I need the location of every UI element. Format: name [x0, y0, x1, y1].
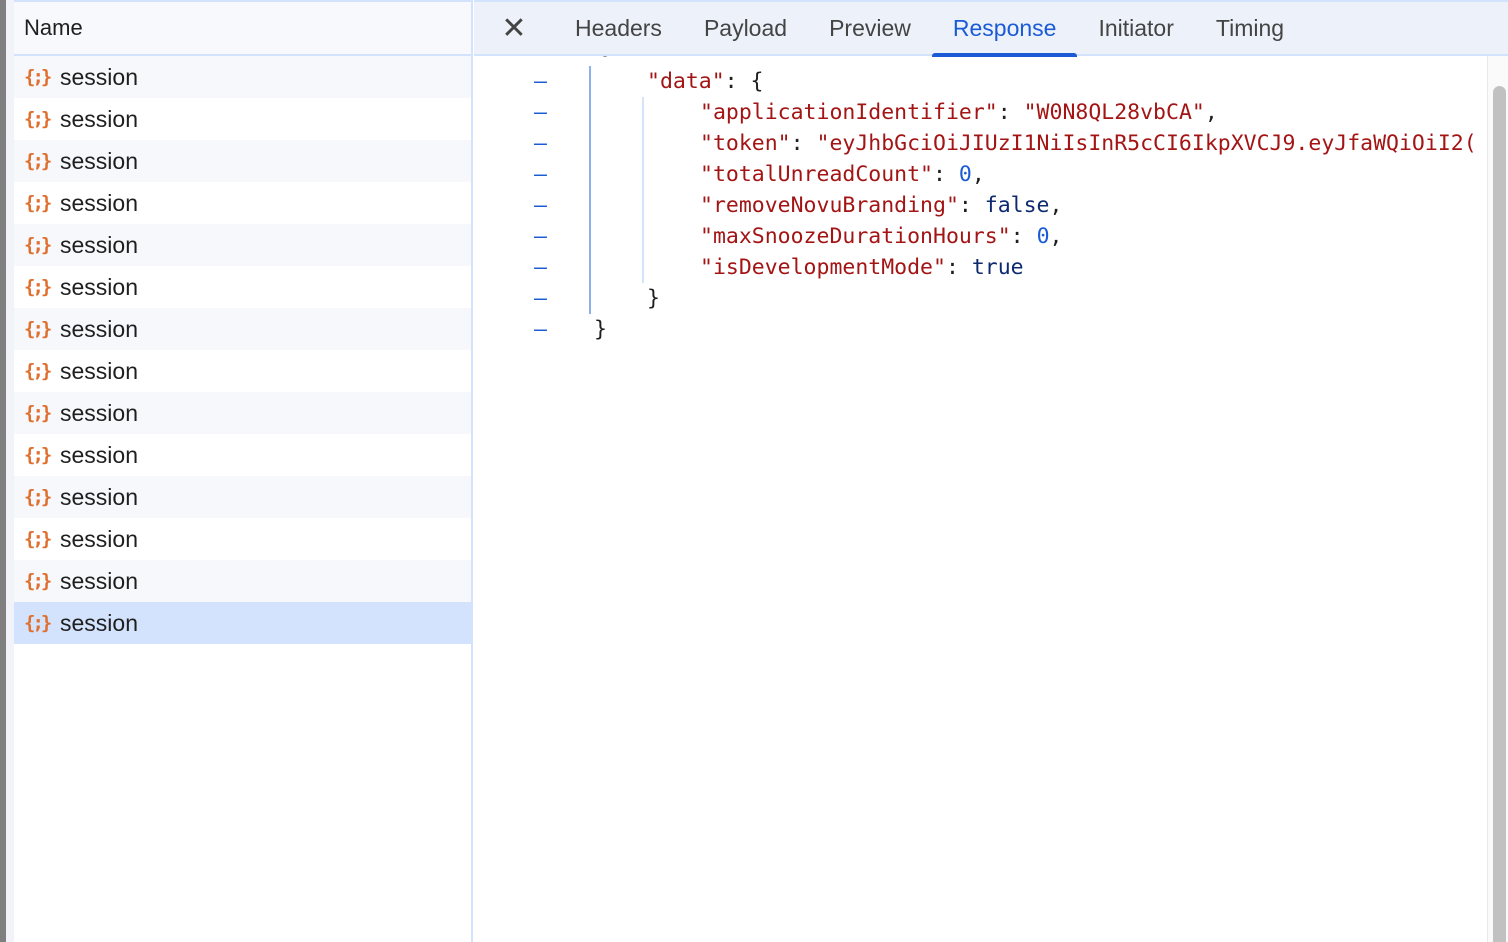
request-row[interactable]: {;} session: [14, 392, 471, 434]
collapse-marker: –: [534, 69, 547, 94]
fetch-json-icon: {;}: [24, 612, 52, 634]
json-value: 0: [1036, 224, 1050, 249]
code-line: – "maxSnoozeDurationHours": 0,: [474, 221, 1487, 252]
code-line: – "applicationIdentifier": "W0N8QL28vbCA"…: [474, 97, 1487, 128]
collapse-marker: –: [534, 131, 547, 156]
collapse-marker: –: [534, 255, 547, 280]
json-value: false: [984, 193, 1050, 218]
fetch-json-icon: {;}: [24, 66, 52, 88]
tab-payload[interactable]: Payload: [683, 1, 808, 55]
scrollbar[interactable]: [1487, 56, 1508, 942]
details-tabs: ✕ Headers Payload Preview Response Initiator…: [474, 0, 1508, 57]
request-row[interactable]: {;} session: [14, 56, 471, 98]
json-key: "totalUnreadCount": [700, 162, 933, 187]
details-panel: ✕ Headers Payload Preview Response Initiator…: [474, 0, 1508, 942]
request-row[interactable]: {;} session: [14, 518, 471, 560]
collapse-marker: –: [534, 56, 547, 62]
request-row[interactable]: {;} session: [14, 476, 471, 518]
fetch-json-icon: {;}: [24, 276, 52, 298]
indent-guide: [589, 66, 591, 314]
json-value: true: [971, 255, 1024, 280]
indent-guide: [642, 97, 644, 283]
request-name: session: [60, 441, 138, 468]
json-value: 0: [958, 162, 972, 187]
collapse-marker: –: [534, 224, 547, 249]
panel-gap: [6, 0, 14, 942]
request-name: session: [60, 609, 138, 636]
fetch-json-icon: {;}: [24, 444, 52, 466]
collapse-marker: –: [534, 317, 547, 342]
request-name: session: [60, 231, 138, 258]
request-name: session: [60, 315, 138, 342]
collapse-marker: –: [534, 193, 547, 218]
code-line: –{: [474, 56, 1487, 62]
json-value: "eyJhbGciOiJIUzI1NiIsInR5cCI6IkpXVCJ9.ey…: [816, 131, 1477, 156]
fetch-json-icon: {;}: [24, 360, 52, 382]
request-name: session: [60, 273, 138, 300]
request-row[interactable]: {;} session: [14, 224, 471, 266]
fetch-json-icon: {;}: [24, 150, 52, 172]
request-row[interactable]: {;} session: [14, 602, 471, 644]
request-name: session: [60, 525, 138, 552]
request-row[interactable]: {;} session: [14, 560, 471, 602]
tab-initiator[interactable]: Initiator: [1077, 1, 1194, 55]
code-line: – "isDevelopmentMode": true: [474, 252, 1487, 283]
tab-headers[interactable]: Headers: [554, 1, 683, 55]
code-line: – "data": {: [474, 66, 1487, 97]
tab-preview[interactable]: Preview: [808, 1, 932, 55]
fetch-json-icon: {;}: [24, 528, 52, 550]
fetch-json-icon: {;}: [24, 108, 52, 130]
request-row[interactable]: {;} session: [14, 266, 471, 308]
name-column-header[interactable]: Name: [14, 0, 471, 56]
request-name: session: [60, 63, 138, 90]
request-name: session: [60, 189, 138, 216]
json-key: "maxSnoozeDurationHours": [700, 224, 1011, 249]
response-viewer: –{–"data": {–"applicationIdentifier": "W…: [474, 56, 1487, 942]
request-name: session: [60, 147, 138, 174]
json-key: "applicationIdentifier": [700, 100, 998, 125]
code-line: – "totalUnreadCount": 0,: [474, 159, 1487, 190]
code-line: –}: [474, 314, 1487, 345]
request-name: session: [60, 357, 138, 384]
tab-timing[interactable]: Timing: [1195, 1, 1305, 55]
fetch-json-icon: {;}: [24, 402, 52, 424]
tab-response[interactable]: Response: [931, 1, 1078, 57]
code-line: – "token": "eyJhbGciOiJIUzI1NiIsInR5cCI6I…: [474, 128, 1487, 159]
scrollbar-thumb[interactable]: [1493, 86, 1506, 942]
request-name: session: [60, 399, 138, 426]
code-line: – "removeNovuBranding": false,: [474, 190, 1487, 221]
fetch-json-icon: {;}: [24, 192, 52, 214]
request-row[interactable]: {;} session: [14, 182, 471, 224]
json-key: "token": [700, 131, 791, 156]
request-name: session: [60, 483, 138, 510]
fetch-json-icon: {;}: [24, 486, 52, 508]
fetch-json-icon: {;}: [24, 234, 52, 256]
request-row[interactable]: {;} session: [14, 434, 471, 476]
request-list-panel: Name {;} session {;} session {;} session {;} se…: [14, 0, 473, 942]
code-line: –}: [474, 283, 1487, 314]
request-row[interactable]: {;} session: [14, 350, 471, 392]
fetch-json-icon: {;}: [24, 318, 52, 340]
collapse-marker: –: [534, 162, 547, 187]
collapse-marker: –: [534, 100, 547, 125]
request-row[interactable]: {;} session: [14, 98, 471, 140]
request-row[interactable]: {;} session: [14, 308, 471, 350]
json-key: "removeNovuBranding": [700, 193, 959, 218]
request-name: session: [60, 105, 138, 132]
close-icon[interactable]: ✕: [474, 11, 554, 46]
fetch-json-icon: {;}: [24, 570, 52, 592]
request-row[interactable]: {;} session: [14, 140, 471, 182]
json-key: "isDevelopmentMode": [700, 255, 946, 280]
request-name: session: [60, 567, 138, 594]
json-value: "W0N8QL28vbCA": [1023, 100, 1205, 125]
collapse-marker: –: [534, 286, 547, 311]
